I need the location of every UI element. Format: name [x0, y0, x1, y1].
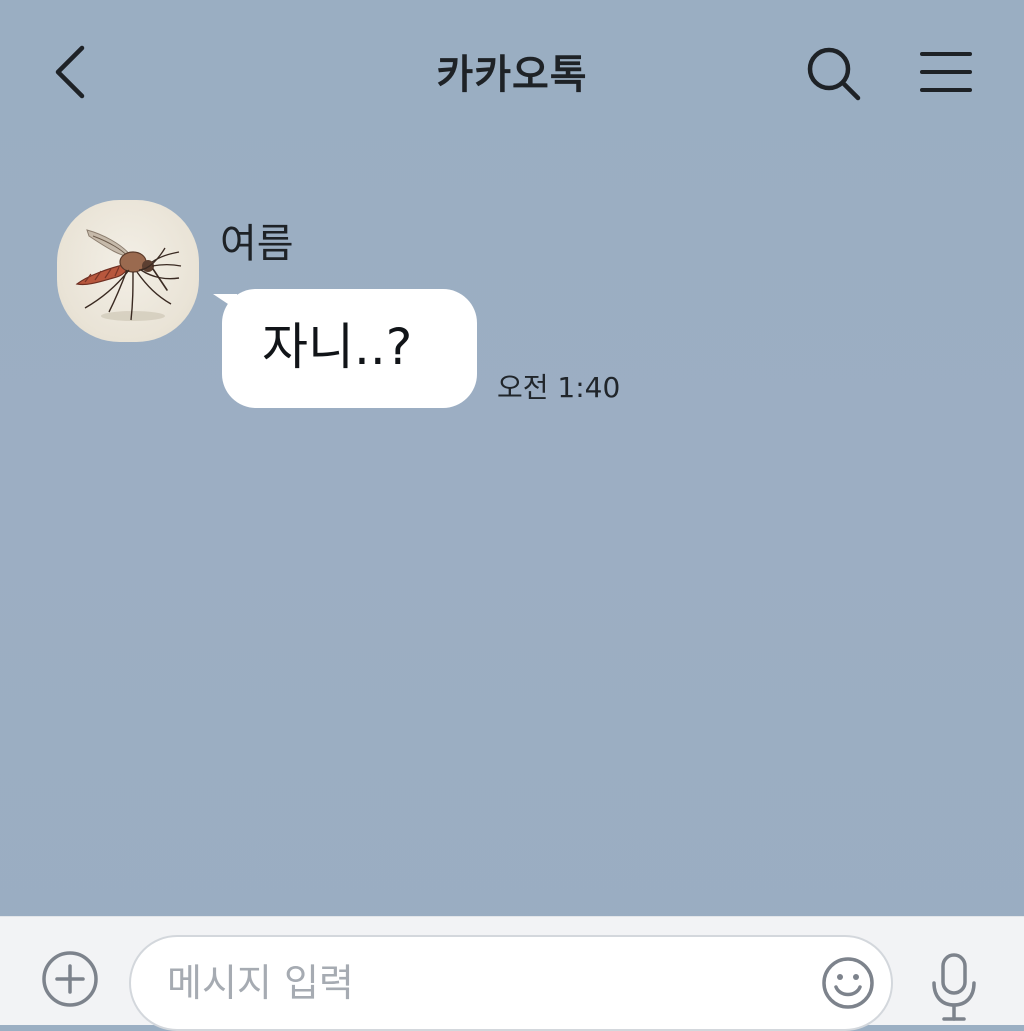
mosquito-avatar-image	[75, 229, 182, 321]
voice-input-button[interactable]	[926, 953, 982, 1025]
search-icon	[807, 47, 861, 101]
search-button[interactable]	[802, 42, 866, 106]
hamburger-menu-icon	[920, 52, 972, 92]
message-text: 자니..?	[262, 318, 413, 376]
message-input[interactable]	[167, 955, 807, 1011]
chevron-left-icon	[55, 45, 85, 99]
composer-bar	[0, 916, 1024, 1031]
page-title: 카카오톡	[436, 52, 588, 98]
menu-button[interactable]	[916, 44, 976, 100]
microphone-icon	[932, 953, 976, 1021]
chat-header: 카카오톡	[0, 0, 1024, 150]
sender-name: 여름	[220, 221, 294, 267]
message-timestamp: 오전 1:40	[497, 371, 621, 404]
message-bubble[interactable]: 자니..?	[222, 289, 477, 408]
message-field[interactable]	[129, 935, 893, 1031]
chat-screen: 카카오톡 여름 자니..? 오전 1:40 메시지 입력	[0, 0, 1024, 1031]
avatar[interactable]	[57, 200, 199, 342]
emoji-button[interactable]	[820, 955, 876, 1011]
smiley-icon	[822, 957, 874, 1009]
back-button[interactable]	[46, 40, 102, 104]
plus-circle-icon	[42, 951, 98, 1007]
attach-button[interactable]	[40, 949, 100, 1009]
